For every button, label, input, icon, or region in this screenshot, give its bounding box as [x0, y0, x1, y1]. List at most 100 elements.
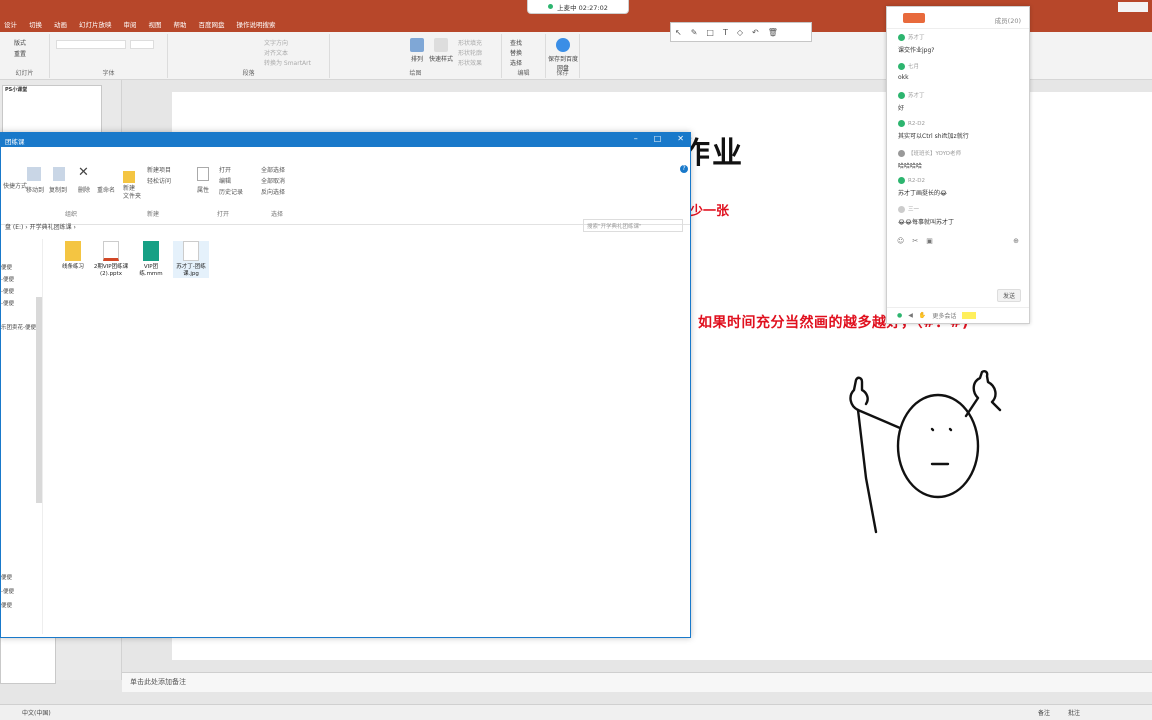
mic-icon[interactable]: ●: [897, 312, 902, 319]
mindmaster-icon: [143, 241, 159, 261]
tab-slideshow[interactable]: 幻灯片放映: [79, 19, 112, 29]
notes-pane[interactable]: 单击此处添加备注: [122, 672, 1152, 692]
chat-message: 【班班长】YOYO老师 哈哈哈哈: [898, 149, 961, 170]
tab-baidu-cloud[interactable]: 百度网盘: [199, 19, 225, 29]
shape-outline-button[interactable]: 形状轮廓: [458, 48, 482, 57]
more-sessions-link[interactable]: 更多会话: [932, 311, 956, 320]
properties-button[interactable]: 属性: [197, 185, 209, 194]
image-icon[interactable]: ▣: [926, 237, 933, 245]
comments-toggle[interactable]: 批注: [1068, 708, 1080, 717]
new-item-button[interactable]: 新建项目: [147, 165, 171, 174]
close-icon[interactable]: ✕: [677, 134, 684, 143]
doodle-body: [856, 408, 878, 534]
slide-thumbnail[interactable]: [0, 636, 56, 684]
recording-label: 上麦中 02:27:02: [557, 3, 608, 12]
chat-message: 苏才丁 好: [898, 91, 925, 112]
quick-styles-button[interactable]: 快速样式: [426, 38, 456, 63]
rename-button[interactable]: 重命名: [97, 185, 115, 194]
nav-item[interactable]: -便便: [1, 299, 14, 307]
replace-button[interactable]: 替换: [510, 48, 522, 57]
emoji-icon[interactable]: ☺: [897, 237, 904, 245]
history-button[interactable]: 历史记录: [219, 187, 243, 196]
text-icon[interactable]: T: [723, 28, 728, 37]
help-icon[interactable]: ?: [680, 165, 688, 173]
font-size-box[interactable]: [130, 40, 154, 49]
delete-icon: ✕: [78, 165, 89, 180]
nav-item[interactable]: 乐团卖花-便便: [1, 323, 36, 331]
tab-view[interactable]: 视图: [149, 19, 162, 29]
tab-animations[interactable]: 动画: [54, 19, 67, 29]
speaker-icon[interactable]: ◀: [908, 312, 913, 319]
font-name-box[interactable]: [56, 40, 126, 49]
tab-review[interactable]: 审阅: [124, 19, 137, 29]
new-folder-button[interactable]: 新建 文件夹: [123, 185, 141, 201]
nav-item[interactable]: 便便: [1, 263, 12, 271]
breadcrumb[interactable]: 盘 (E:) › 开学典礼团练课 ›: [5, 224, 76, 231]
reset-button[interactable]: 重置: [14, 49, 26, 58]
scissors-icon[interactable]: ✂: [912, 237, 918, 245]
shape-fill-button[interactable]: 形状填充: [458, 38, 482, 47]
file-explorer-window[interactable]: 团练课 – □ ✕ ? 快捷方式 移动到 复制到 ✕ 删除 重命名 新建 文件夹…: [0, 132, 691, 638]
paste-shortcut-button[interactable]: 快捷方式: [3, 181, 27, 190]
select-button[interactable]: 选择: [510, 58, 522, 67]
align-text-button[interactable]: 对齐文本: [264, 48, 288, 57]
send-button[interactable]: 发送: [996, 289, 1021, 302]
open-button[interactable]: 打开: [219, 165, 231, 174]
pen-icon[interactable]: ✎: [691, 28, 698, 37]
tab-help[interactable]: 帮助: [174, 19, 187, 29]
nav-item[interactable]: 便便: [1, 601, 12, 609]
eraser-icon[interactable]: ◇: [737, 28, 743, 37]
text-direction-button[interactable]: 文字方向: [264, 38, 288, 47]
file-item[interactable]: 线条练习: [55, 241, 91, 271]
edit-button[interactable]: 编辑: [219, 176, 231, 185]
nav-scrollbar[interactable]: [36, 297, 42, 503]
recording-indicator[interactable]: 上麦中 02:27:02: [527, 0, 629, 14]
pointer-icon[interactable]: ↖: [675, 28, 682, 37]
nav-item[interactable]: -便便: [1, 587, 14, 595]
image-icon: [183, 241, 199, 261]
smartart-button[interactable]: 转换为 SmartArt: [264, 58, 311, 67]
nav-item[interactable]: 便便: [1, 573, 12, 581]
tab-design[interactable]: 设计: [4, 19, 17, 29]
window-controls[interactable]: [1118, 2, 1148, 12]
layout-button[interactable]: 版式: [14, 38, 26, 47]
rectangle-icon[interactable]: □: [706, 28, 714, 37]
file-item[interactable]: 苏才丁-团练课.jpg: [173, 241, 209, 278]
chat-header: 成员(20): [887, 7, 1029, 29]
tell-me-search[interactable]: 操作说明搜索: [237, 19, 276, 29]
notes-toggle[interactable]: 备注: [1038, 708, 1050, 717]
nav-item[interactable]: -便便: [1, 275, 14, 283]
undo-icon[interactable]: ↶: [752, 28, 759, 37]
members-count[interactable]: 成员(20): [995, 15, 1021, 25]
nav-item[interactable]: -便便: [1, 287, 14, 295]
save-to-cloud-button[interactable]: 保存到百度网盘: [548, 38, 578, 72]
doodle-eye: [948, 427, 953, 432]
tab-transitions[interactable]: 切换: [29, 19, 42, 29]
invert-selection-button[interactable]: 反向选择: [261, 187, 285, 196]
find-button[interactable]: 查找: [510, 38, 522, 47]
group-label: 新建: [147, 211, 160, 218]
search-input[interactable]: 搜索"开学典礼团练课": [583, 219, 683, 232]
doodle-drawing: [849, 370, 1002, 534]
select-all-button[interactable]: 全部选择: [261, 165, 285, 174]
maximize-icon[interactable]: □: [654, 134, 662, 143]
move-to-button[interactable]: 移动到: [26, 185, 44, 194]
doodle-left-arm: [849, 376, 902, 430]
chat-footer: ● ◀ ✋ 更多会话: [887, 307, 1029, 323]
select-none-button[interactable]: 全部取消: [261, 176, 285, 185]
group-label: 编辑: [517, 70, 530, 77]
file-item[interactable]: VIP团练.mmm: [133, 241, 169, 278]
easy-access-button[interactable]: 轻松访问: [147, 176, 171, 185]
avatar: [898, 33, 905, 41]
delete-button[interactable]: 删除: [78, 185, 90, 194]
minimize-icon[interactable]: –: [634, 134, 638, 143]
trash-icon[interactable]: 🗑: [768, 28, 778, 37]
annotation-toolbar: ↖ ✎ □ T ◇ ↶ 🗑: [670, 22, 812, 42]
file-item[interactable]: 2期VIP团练课(2).pptx: [93, 241, 129, 278]
shape-effects-button[interactable]: 形状效果: [458, 58, 482, 67]
copy-to-button[interactable]: 复制到: [49, 185, 67, 194]
explorer-titlebar[interactable]: 团练课 – □ ✕: [1, 133, 690, 147]
hand-icon[interactable]: ✋: [919, 312, 926, 319]
chat-message: 七月 okk: [898, 62, 919, 81]
settings-icon[interactable]: ⊕: [1013, 237, 1019, 245]
